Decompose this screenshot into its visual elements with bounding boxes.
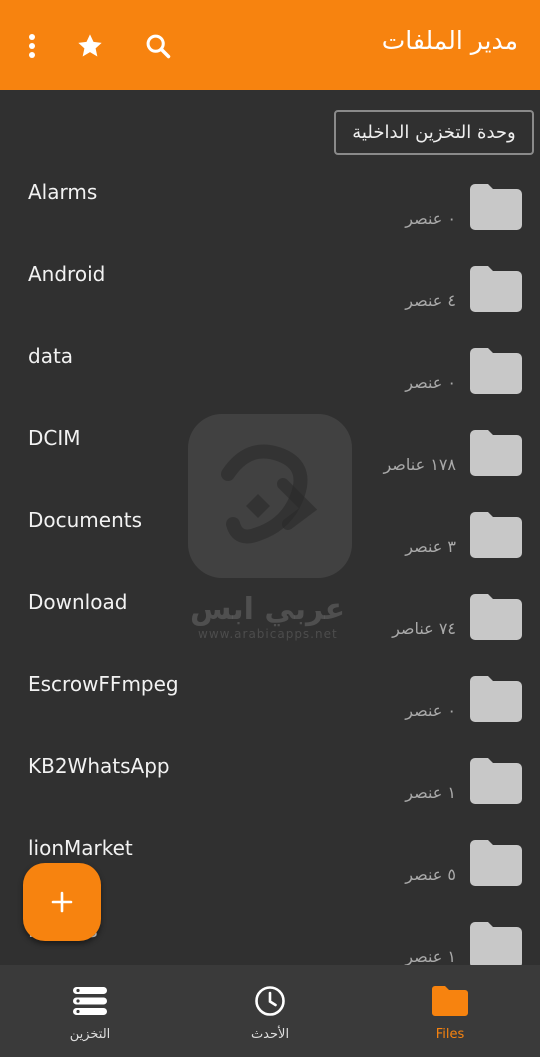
folder-name: KB2WhatsApp <box>28 754 170 778</box>
folder-icon <box>470 922 522 965</box>
storage-icon <box>70 984 110 1018</box>
list-item[interactable]: KB2WhatsApp ١ عنصر <box>0 734 540 816</box>
add-fab-button[interactable] <box>23 863 101 941</box>
folder-name: DCIM <box>28 426 81 450</box>
folder-name: EscrowFFmpeg <box>28 672 179 696</box>
tab-files-label: Files <box>435 1027 465 1042</box>
folder-icon <box>470 840 522 886</box>
folder-icon <box>430 984 470 1018</box>
clock-icon <box>250 984 290 1018</box>
storage-location-chip[interactable]: وحدة التخزين الداخلية <box>334 110 534 155</box>
item-count: ٧٤ عناصر <box>392 619 456 638</box>
tab-storage-label: التخزين <box>69 1027 111 1042</box>
folder-icon <box>470 430 522 476</box>
folder-icon <box>470 676 522 722</box>
watermark-logo <box>188 414 352 578</box>
app-title: مدير الملفات <box>381 26 518 55</box>
bottom-navigation: التخزين الأحدث Files <box>0 965 540 1057</box>
folder-icon <box>470 594 522 640</box>
folder-name: Documents <box>28 508 143 532</box>
list-item[interactable]: data ٠ عنصر <box>0 324 540 406</box>
folder-icon <box>470 512 522 558</box>
item-count: ١ عنصر <box>405 947 456 965</box>
item-count: ٤ عنصر <box>405 291 456 310</box>
more-vert-icon[interactable] <box>14 28 50 64</box>
list-item[interactable]: Android ٤ عنصر <box>0 242 540 324</box>
star-icon[interactable] <box>72 28 108 64</box>
tab-files[interactable]: Files <box>360 965 540 1057</box>
item-count: ٠ عنصر <box>405 209 456 228</box>
app-bar: مدير الملفات <box>0 0 540 90</box>
folder-name: Download <box>28 590 128 614</box>
tab-recent-label: الأحدث <box>250 1027 290 1042</box>
item-count: ١ عنصر <box>405 783 456 802</box>
item-count: ٣ عنصر <box>405 537 456 556</box>
item-count: ٥ عنصر <box>405 865 456 884</box>
item-count: ٠ عنصر <box>405 701 456 720</box>
folder-name: Android <box>28 262 106 286</box>
watermark-text: عربي ابس <box>190 592 346 627</box>
folder-name: lionMarket <box>28 836 133 860</box>
folder-icon <box>470 348 522 394</box>
plus-icon <box>51 891 73 913</box>
list-item[interactable]: EscrowFFmpeg ٠ عنصر <box>0 652 540 734</box>
search-icon[interactable] <box>140 28 176 64</box>
folder-icon <box>470 184 522 230</box>
folder-name: data <box>28 344 74 368</box>
tab-storage[interactable]: التخزين <box>0 965 180 1057</box>
tab-recent[interactable]: الأحدث <box>180 965 360 1057</box>
folder-icon <box>470 266 522 312</box>
item-count: ٠ عنصر <box>405 373 456 392</box>
list-item[interactable]: Alarms ٠ عنصر <box>0 160 540 242</box>
watermark-url: www.arabicapps.net <box>198 627 338 641</box>
item-count: ١٧٨ عناصر <box>383 455 456 474</box>
folder-name: Alarms <box>28 180 98 204</box>
folder-icon <box>470 758 522 804</box>
